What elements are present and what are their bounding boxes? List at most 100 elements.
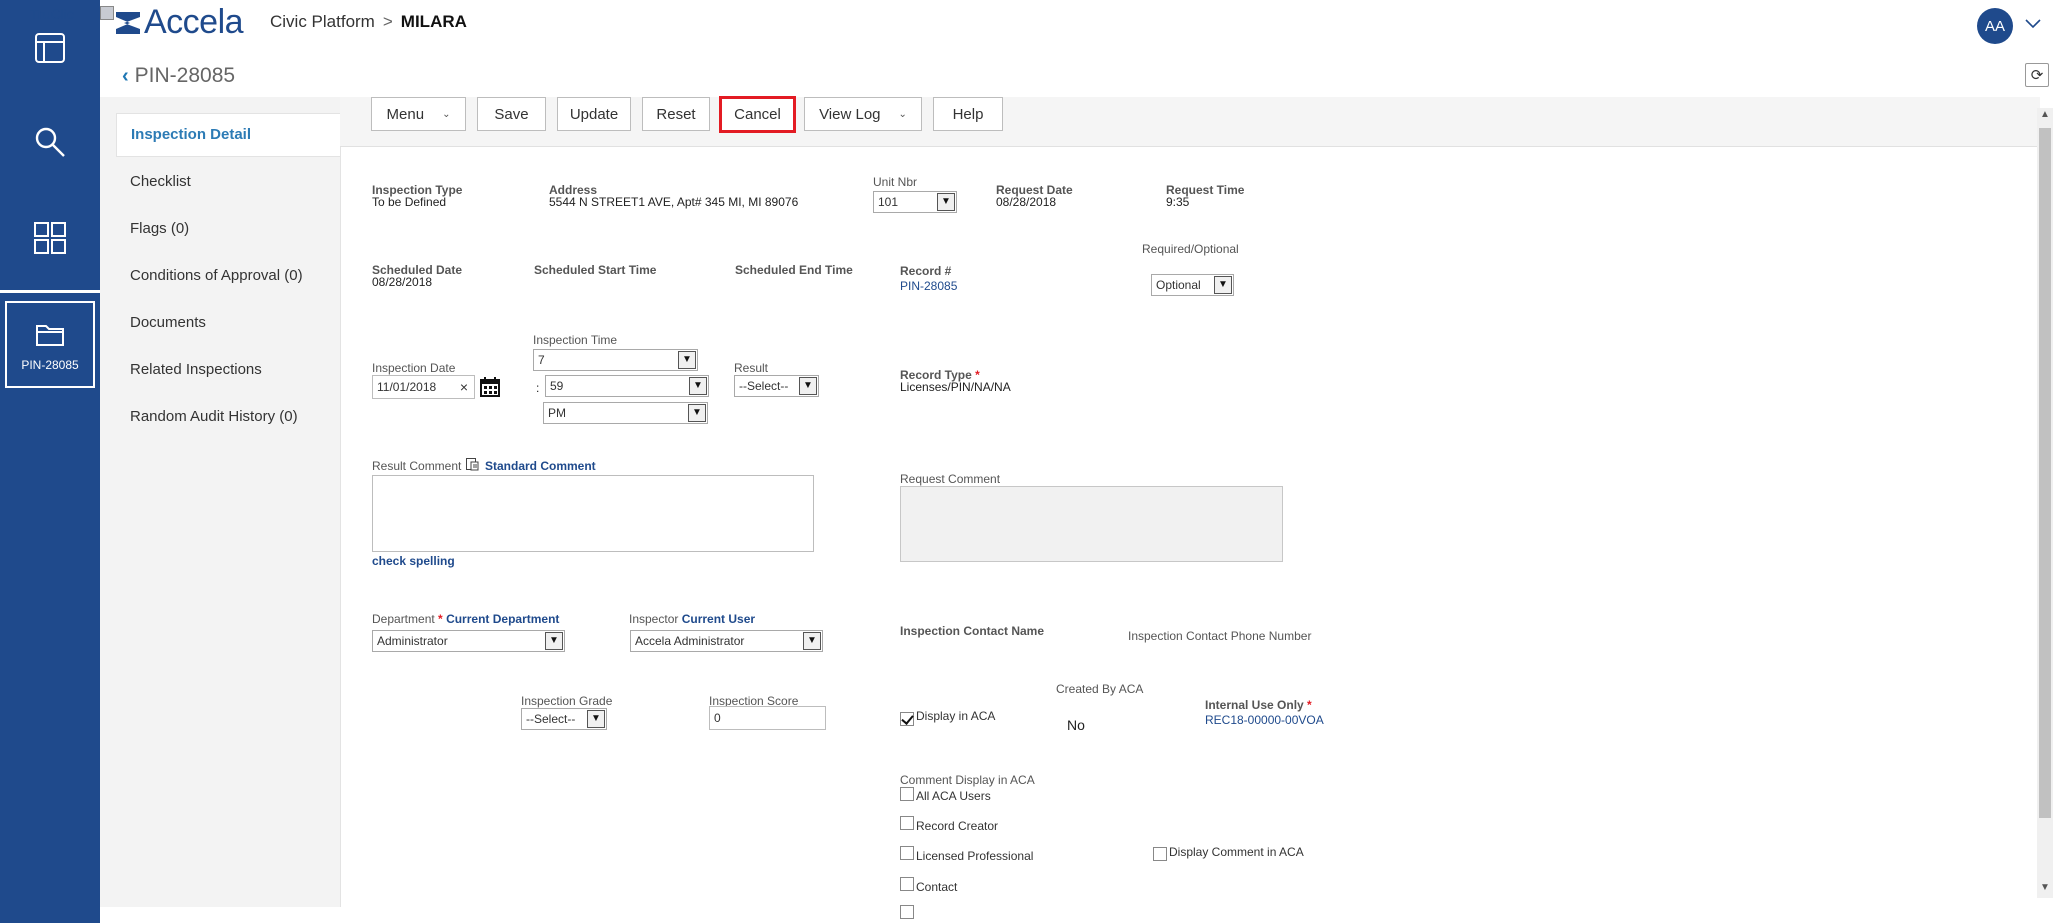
display-comment-in-aca-label: Display Comment in ACA — [1169, 845, 1304, 859]
scroll-up-icon[interactable]: ▲ — [2040, 110, 2050, 120]
side-nav-item-label: Inspection Detail — [131, 126, 252, 143]
chevron-down-icon: ▼ — [678, 351, 696, 369]
inspection-grade-select[interactable]: --Select-- ▼ — [521, 708, 607, 730]
request-date-value: 08/28/2018 — [996, 195, 1057, 209]
side-nav-item-random-audit[interactable]: Random Audit History (0) — [130, 408, 298, 425]
inspection-score-input[interactable]: 0 — [709, 706, 826, 730]
side-nav-item-checklist[interactable]: Checklist — [130, 173, 191, 190]
all-aca-users-checkbox[interactable] — [900, 787, 914, 801]
display-in-aca-checkbox[interactable] — [900, 712, 914, 726]
search-icon — [35, 127, 65, 157]
department-value: Administrator — [377, 634, 448, 648]
inspector-value: Accela Administrator — [635, 634, 745, 648]
scroll-down-icon[interactable]: ▼ — [2040, 883, 2050, 893]
cancel-button[interactable]: Cancel — [719, 96, 796, 133]
overlay-tab[interactable] — [100, 6, 114, 20]
side-nav-item-related-inspections[interactable]: Related Inspections — [130, 361, 262, 378]
inspector-select[interactable]: Accela Administrator ▼ — [630, 630, 823, 652]
record-creator-checkbox[interactable] — [900, 816, 914, 830]
internal-use-only-label-text: Internal Use Only — [1205, 698, 1304, 712]
internal-use-only-link[interactable]: REC18-00000-00VOA — [1205, 713, 1324, 727]
apps-grid-icon — [34, 222, 66, 254]
department-select[interactable]: Administrator ▼ — [372, 630, 565, 652]
chevron-down-icon: ⌄ — [898, 108, 907, 120]
record-no-link[interactable]: PIN-28085 — [900, 279, 957, 293]
contact-checkbox[interactable] — [900, 877, 914, 891]
folder-icon — [36, 324, 64, 346]
inspection-grade-value: --Select-- — [526, 712, 576, 726]
side-nav-item-conditions[interactable]: Conditions of Approval (0) — [130, 267, 303, 284]
accela-logo[interactable]: Accela — [116, 3, 244, 42]
rail-record-tab[interactable]: PIN-28085 — [0, 290, 100, 390]
side-nav-item-inspection-detail[interactable]: Inspection Detail — [116, 113, 340, 157]
update-button[interactable]: Update — [557, 97, 631, 131]
inspection-minute-select[interactable]: 59 ▼ — [545, 375, 709, 397]
inspection-date-label: Inspection Date — [372, 361, 456, 375]
inspection-date-input[interactable]: 11/01/2018 × — [372, 375, 475, 399]
help-button[interactable]: Help — [933, 97, 1003, 131]
check-spelling-link[interactable]: check spelling — [372, 554, 455, 568]
scheduled-date-value: 08/28/2018 — [372, 275, 433, 289]
save-button[interactable]: Save — [477, 97, 546, 131]
reset-button[interactable]: Reset — [642, 97, 710, 131]
comment-display-label: Comment Display in ACA — [900, 773, 1035, 787]
standard-comment-link[interactable]: Standard Comment — [485, 459, 596, 473]
apps-button[interactable] — [0, 198, 100, 278]
clear-icon[interactable]: × — [460, 376, 468, 398]
created-by-aca-value: No — [1067, 717, 1085, 733]
breadcrumb-product[interactable]: Civic Platform — [270, 12, 375, 31]
display-comment-in-aca-checkbox[interactable] — [1153, 847, 1167, 861]
request-time-value: 9:35 — [1166, 195, 1190, 209]
chevron-down-icon: ▼ — [803, 632, 821, 650]
inspection-date-value: 11/01/2018 — [377, 380, 437, 394]
vertical-scrollbar[interactable]: ▲ ▼ — [2037, 108, 2053, 898]
scrollbar-thumb[interactable] — [2039, 128, 2051, 818]
chevron-down-icon: ⌄ — [442, 108, 451, 120]
required-optional-select[interactable]: Optional ▼ — [1151, 274, 1234, 296]
chevron-down-icon[interactable] — [2023, 14, 2043, 34]
result-comment-textarea[interactable] — [372, 475, 814, 552]
current-user-link[interactable]: Current User — [682, 612, 755, 626]
breadcrumb: Civic Platform > MILARA — [270, 12, 467, 32]
request-comment-label: Request Comment — [900, 472, 1001, 486]
record-creator-label: Record Creator — [916, 819, 999, 833]
required-optional-label: Required/Optional — [1142, 242, 1239, 256]
left-rail: PIN-28085 — [0, 0, 100, 923]
required-marker: * — [1307, 698, 1312, 712]
time-separator: : — [536, 381, 540, 395]
side-nav-item-documents[interactable]: Documents — [130, 314, 206, 331]
breadcrumb-separator-icon: > — [382, 12, 393, 31]
view-log-button[interactable]: View Log ⌄ — [804, 97, 922, 131]
chevron-left-icon[interactable]: ‹ — [122, 65, 129, 88]
refresh-icon[interactable]: ⟳ — [2025, 63, 2049, 87]
avatar[interactable]: AA — [1977, 8, 2013, 44]
brand-name: Accela — [144, 3, 244, 41]
chevron-down-icon: ▼ — [689, 377, 707, 395]
unit-nbr-value: 101 — [878, 195, 899, 209]
record-type-value: Licenses/PIN/NA/NA — [900, 380, 1011, 394]
more-checkbox[interactable] — [900, 905, 914, 919]
result-label: Result — [734, 361, 769, 375]
department-label: Department * Current Department — [372, 612, 559, 626]
chevron-down-icon: ▼ — [1214, 276, 1232, 294]
current-department-link[interactable]: Current Department — [446, 612, 559, 626]
inspection-minute-value: 59 — [550, 379, 564, 393]
inspection-hour-value: 7 — [538, 353, 545, 367]
unit-nbr-select[interactable]: 101 ▼ — [873, 191, 957, 213]
calendar-icon[interactable] — [479, 376, 501, 398]
result-select[interactable]: --Select-- ▼ — [734, 375, 819, 397]
created-by-aca-label: Created By ACA — [1056, 682, 1144, 696]
contact-label: Contact — [916, 880, 958, 894]
menu-button-label: Menu — [386, 105, 425, 123]
inspection-ampm-select[interactable]: PM ▼ — [543, 402, 708, 424]
licensed-professional-checkbox[interactable] — [900, 846, 914, 860]
search-button[interactable] — [0, 102, 100, 182]
menu-button[interactable]: Menu ⌄ — [371, 97, 466, 131]
side-nav-item-flags[interactable]: Flags (0) — [130, 220, 189, 237]
breadcrumb-agency: MILARA — [400, 12, 467, 31]
inspector-label-text: Inspector — [629, 612, 679, 626]
inspection-contact-phone-label: Inspection Contact Phone Number — [1128, 629, 1312, 643]
record-no-label: Record # — [900, 264, 952, 278]
inspection-hour-select[interactable]: 7 ▼ — [533, 349, 698, 371]
display-in-aca-label: Display in ACA — [916, 709, 996, 723]
